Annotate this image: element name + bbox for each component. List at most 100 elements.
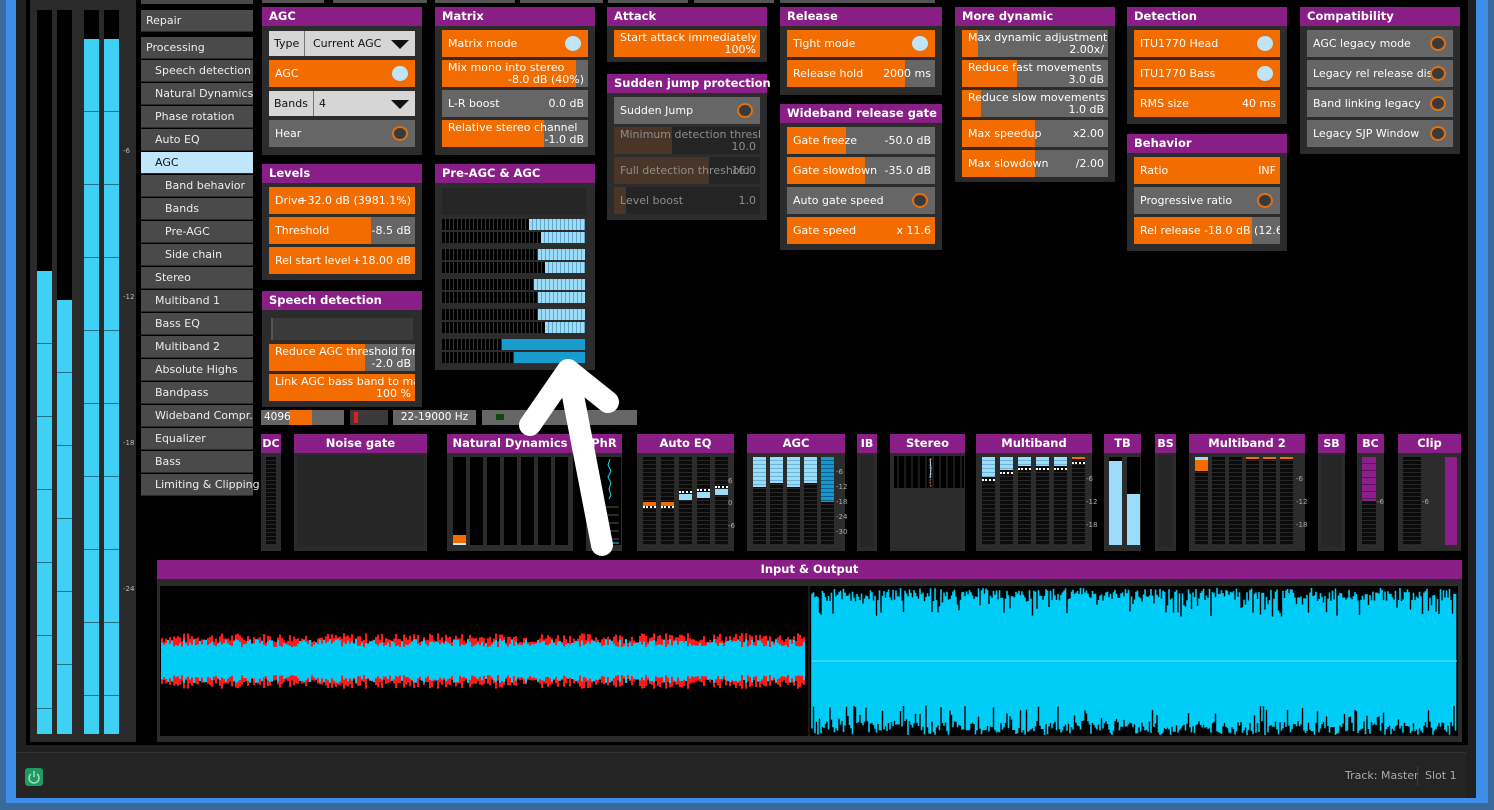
slider-row[interactable]: ITU1770 Bass — [1134, 60, 1280, 87]
module-agc[interactable]: AGC -6 -12 -18 -24 -30 — [747, 434, 848, 551]
sidebar-item[interactable]: Band behavior — [141, 175, 253, 197]
sidebar-item[interactable]: Pre-AGC — [141, 221, 253, 243]
multiband-meter — [1018, 457, 1031, 545]
module-multiband[interactable]: Multiband -6 -12 -18 — [976, 434, 1097, 551]
slider-row[interactable]: Matrix mode — [442, 30, 588, 57]
module-dc[interactable]: DC — [261, 434, 281, 551]
slider-row[interactable]: L-R boost 0.0 dB — [442, 90, 588, 117]
module-ib[interactable]: IB — [857, 434, 877, 551]
top-tab[interactable] — [608, 0, 688, 3]
top-tab[interactable] — [780, 0, 860, 3]
slider-row[interactable]: Drive +32.0 dB (3981.1%) — [269, 187, 415, 214]
module-clip[interactable]: Clip -6 — [1398, 434, 1461, 551]
sidebar-item[interactable]: Bands — [141, 198, 253, 220]
sidebar-item[interactable]: Speech detection — [141, 60, 253, 82]
sidebar-item[interactable]: Multiband 2 — [141, 336, 253, 358]
top-tab[interactable] — [333, 0, 427, 3]
scale-tick: -30 — [836, 528, 848, 536]
release-hold-slider[interactable]: Release hold 2000 ms — [787, 60, 935, 87]
module-display — [893, 455, 964, 547]
agc-type-select[interactable]: Type Current AGC — [269, 31, 415, 56]
start-attack-slider[interactable]: Start attack immediately 100% — [614, 30, 760, 57]
sidebar-item[interactable]: Wideband Compr. — [141, 405, 253, 427]
pre-agc-band-meter — [442, 309, 585, 320]
led-on-icon — [1257, 36, 1273, 51]
meter-tick: -24 — [123, 585, 135, 593]
slider-row[interactable]: Level boost 1.0 — [614, 187, 760, 214]
gate-speed-slider[interactable]: Gate speed x 11.6 — [787, 217, 935, 244]
module-bc[interactable]: BC -6 — [1357, 434, 1384, 551]
sidebar-item[interactable]: Bandpass — [141, 382, 253, 404]
module-multiband-2[interactable]: Multiband 2 -6 -12 -18 — [1189, 434, 1307, 551]
frequency-range[interactable]: 22-19000 Hz — [393, 410, 476, 425]
module-bs[interactable]: BS — [1155, 434, 1176, 551]
slider-row[interactable]: Max speedup x2.00 — [962, 120, 1108, 147]
top-tab[interactable] — [694, 0, 774, 3]
agc-bands-select[interactable]: Bands 4 — [269, 91, 415, 116]
slider-row[interactable]: Reduce slow movements 1.0 dB — [962, 90, 1108, 117]
module-tb[interactable]: TB — [1104, 434, 1141, 551]
chevron-down-icon — [391, 100, 409, 109]
sidebar-item[interactable]: Processing — [141, 37, 253, 59]
auto-gate-speed-toggle[interactable]: Auto gate speed — [787, 187, 935, 214]
compat-toggle[interactable]: Band linking legacy — [1307, 90, 1453, 117]
mb-peak-marker — [982, 479, 995, 481]
sidebar-item[interactable]: Absolute Highs — [141, 359, 253, 381]
slider-row[interactable]: Link AGC bass band to main 100 % — [269, 374, 415, 401]
sidebar-item[interactable]: Repair — [141, 10, 253, 32]
slider-row[interactable]: Rel start level +18.00 dB — [269, 247, 415, 274]
compat-toggle[interactable]: Legacy SJP Window — [1307, 120, 1453, 147]
slider-row[interactable]: Gate freeze -50.0 dB — [787, 127, 935, 154]
eq-peak-marker — [643, 506, 656, 508]
slider-row[interactable]: Threshold -8.5 dB — [269, 217, 415, 244]
slider-row[interactable]: Relative stereo channel -1.0 dB — [442, 120, 588, 147]
led-on-icon — [392, 66, 408, 81]
slider-row[interactable]: Full detection threshold 16.0 — [614, 157, 760, 184]
led-off-icon — [1430, 66, 1446, 81]
sidebar-item[interactable]: Equalizer — [141, 428, 253, 450]
sidebar-item[interactable]: Multiband 1 — [141, 290, 253, 312]
eq-band-level — [715, 489, 728, 495]
hear-toggle[interactable]: Hear — [269, 120, 415, 147]
sidebar-item-partial[interactable] — [141, 0, 253, 4]
fft-size-control[interactable]: 4096 — [261, 410, 344, 425]
mb2-peak — [1263, 457, 1276, 459]
slider-row[interactable]: Reduce fast movements 3.0 dB — [962, 60, 1108, 87]
slider-row[interactable]: Minimum detection threshold10.0 — [614, 127, 760, 154]
slider-row[interactable]: Reduce AGC threshold for -2.0 dB — [269, 344, 415, 371]
module-auto-eq[interactable]: Auto EQ 6 0 -6 — [637, 434, 735, 551]
sidebar-item[interactable]: Limiting & Clipping — [141, 474, 260, 496]
sidebar-item[interactable]: Bass — [141, 451, 253, 473]
slider-row[interactable]: RMS size 40 ms — [1134, 90, 1280, 117]
module-noise-gate[interactable]: Noise gate — [294, 434, 427, 551]
sidebar-item[interactable]: Natural Dynamics — [141, 83, 253, 105]
sidebar-item[interactable]: Phase rotation — [141, 106, 253, 128]
slider-row[interactable]: Max slowdown/2.00 — [962, 150, 1108, 177]
sudden-jump-toggle[interactable]: Sudden Jump — [614, 97, 760, 124]
compat-toggle[interactable]: AGC legacy mode — [1307, 30, 1453, 57]
slider-row[interactable]: Mix mono into stereo -8.0 dB (40%) — [442, 60, 588, 87]
tight-mode-toggle[interactable]: Tight mode — [787, 30, 935, 57]
top-tab[interactable] — [435, 0, 515, 3]
sidebar-item[interactable]: AGC — [141, 152, 253, 174]
sidebar-item[interactable]: Auto EQ — [141, 129, 253, 151]
compat-toggle[interactable]: Legacy rel release dist — [1307, 60, 1453, 87]
sidebar-item[interactable]: Bass EQ — [141, 313, 253, 335]
slider-row[interactable]: ITU1770 Head — [1134, 30, 1280, 57]
top-tab[interactable] — [262, 0, 324, 3]
top-tab[interactable] — [520, 0, 603, 3]
nd-band-meter — [487, 457, 500, 545]
slider-row[interactable]: Max dynamic adjustment 2.00x/ — [962, 30, 1108, 57]
toggle-label: Progressive ratio — [1140, 194, 1233, 207]
agc-toggle[interactable]: AGC — [269, 60, 415, 87]
sidebar-item[interactable]: Side chain — [141, 244, 253, 266]
power-button[interactable] — [25, 768, 43, 786]
module-stereo[interactable]: Stereo — [890, 434, 965, 551]
slider-row[interactable]: Gate slowdown -35.0 dB — [787, 157, 935, 184]
top-tab[interactable] — [855, 0, 935, 3]
rel-release-slider[interactable]: Rel release -18.0 dB (12.6 %) — [1134, 217, 1280, 244]
sidebar-item[interactable]: Stereo — [141, 267, 253, 289]
progressive-ratio-toggle[interactable]: Progressive ratio — [1134, 187, 1280, 214]
module-sb[interactable]: SB — [1318, 434, 1345, 551]
ratio-slider[interactable]: Ratio INF — [1134, 157, 1280, 184]
